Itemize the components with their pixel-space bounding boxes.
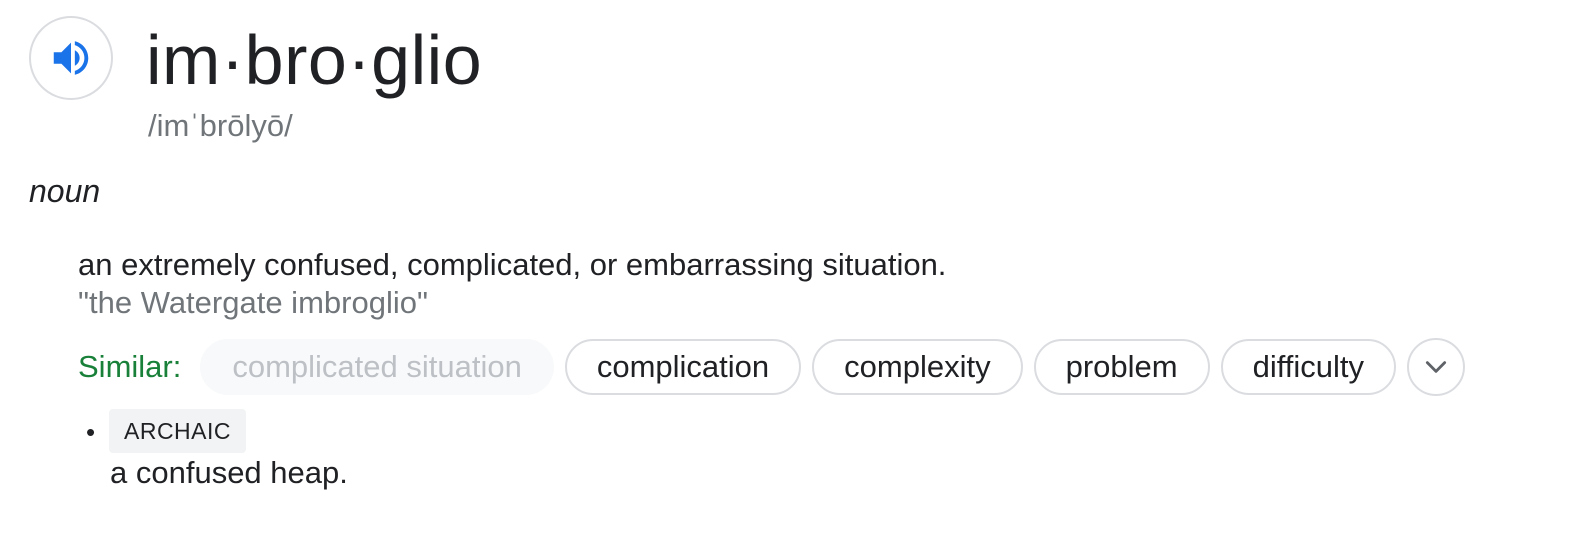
similar-chip-difficulty[interactable]: difficulty (1220, 339, 1397, 395)
similar-chip-complicated-situation: complicated situation (200, 339, 554, 395)
similar-chip-complexity[interactable]: complexity (812, 339, 1023, 395)
phonetic-spelling: /imˈbrōlyō/ (148, 108, 293, 143)
expand-similar-button[interactable] (1407, 338, 1466, 396)
similar-chip-complication[interactable]: complication (564, 339, 802, 395)
definition-2: a confused heap. (110, 455, 348, 490)
speaker-icon (53, 41, 89, 75)
list-bullet: • (86, 417, 96, 447)
similar-label: Similar: (78, 349, 182, 384)
pronunciation-audio-button[interactable] (29, 16, 113, 100)
part-of-speech: noun (29, 173, 101, 209)
similar-chip-problem[interactable]: problem (1033, 339, 1210, 395)
headword: im·bro·glio (146, 21, 483, 99)
definition-1: an extremely confused, complicated, or e… (78, 247, 947, 282)
dictionary-card: im·bro·glio /imˈbrōlyō/ noun an extremel… (0, 0, 1576, 541)
example-sentence: "the Watergate imbroglio" (78, 285, 428, 320)
usage-label-badge: ARCHAIC (109, 409, 247, 453)
chevron-down-icon (1425, 361, 1447, 373)
similar-words-row: Similar: complicated situation complicat… (78, 337, 1466, 397)
